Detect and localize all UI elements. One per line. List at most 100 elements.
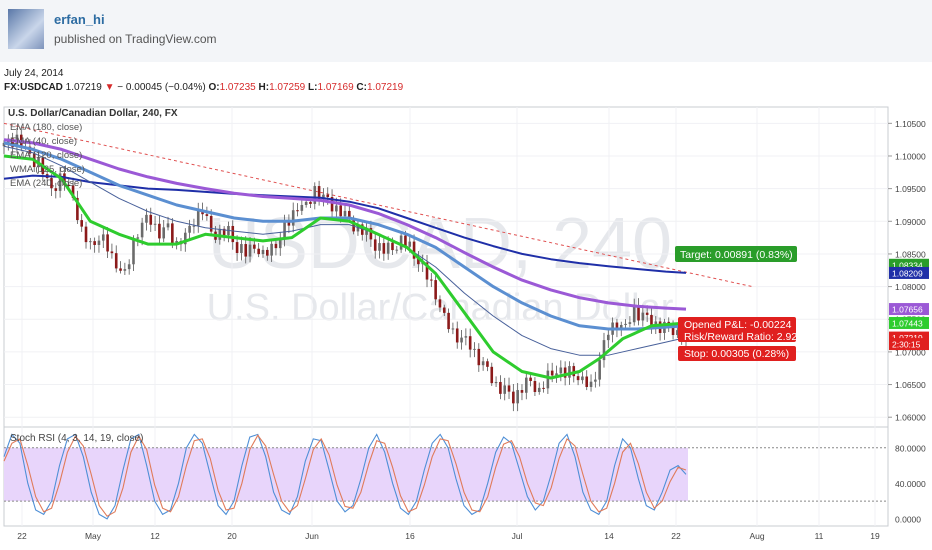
candle-up [248, 244, 252, 257]
candle-up [464, 336, 468, 338]
candle-down [645, 312, 649, 315]
candle-up [378, 243, 381, 251]
y-tick-label: 1.09500 [895, 184, 926, 194]
candle-down [550, 370, 554, 376]
price-tag-label: 1.08209 [892, 268, 923, 278]
candle-up [460, 337, 463, 343]
candle-down [585, 376, 589, 387]
stoch-tick-label: 40.0000 [895, 479, 926, 489]
x-tick-label: 20 [227, 531, 237, 541]
candle-up [218, 228, 222, 240]
candle-down [468, 336, 472, 350]
candle-down [529, 377, 532, 382]
candle-up [166, 223, 170, 228]
candle-up [123, 269, 127, 271]
candle-up [516, 390, 519, 404]
y-tick-label: 1.10000 [895, 151, 926, 161]
candle-up [524, 377, 528, 393]
candle-up [641, 312, 645, 321]
target-label: Target: 0.00891 (0.83%) [680, 249, 793, 261]
candle-down [512, 391, 515, 404]
candle-up [546, 370, 550, 389]
watermark-symbol: USDCAD, 240 [208, 204, 672, 284]
candle-down [447, 312, 450, 330]
candle-down [266, 249, 269, 256]
candle-down [637, 305, 640, 321]
candle-down [158, 223, 161, 239]
candle-down [486, 361, 489, 367]
candle-down [110, 251, 114, 254]
candle-down [274, 243, 278, 249]
price-chart[interactable]: USDCAD, 240 U.S. Dollar/Canadian Dollar … [0, 0, 932, 550]
price-tags: 1.083341.082091.076561.074431.072192:30:… [889, 258, 929, 351]
candle-up [399, 235, 403, 250]
candle-down [430, 279, 433, 281]
candle-up [140, 222, 144, 238]
candle-up [559, 367, 563, 374]
candle-up [127, 264, 131, 270]
stoch-tick-label: 0.0000 [895, 514, 921, 524]
time-axis[interactable]: 22 May 12 20 Jun 16 Jul 14 22 Aug 11 19 [17, 531, 880, 541]
legend-entry: EMA (40, close) [10, 136, 77, 147]
candle-down [373, 239, 377, 251]
x-tick-label: Jul [512, 531, 523, 541]
candle-up [283, 222, 286, 239]
x-tick-label: May [85, 531, 102, 541]
stoch-axis: 80.0000 40.0000 0.0000 [895, 443, 926, 524]
candle-up [568, 366, 571, 378]
ratio-label: Risk/Reward Ratio: 2.92 [684, 331, 797, 343]
candle-down [542, 387, 545, 389]
y-tick-label: 1.08000 [895, 282, 926, 292]
price-tag-label: 2:30:15 [892, 340, 921, 350]
candle-down [231, 225, 235, 243]
candle-down [576, 376, 580, 381]
candle-down [171, 223, 174, 244]
candle-down [326, 194, 330, 198]
candle-down [149, 214, 153, 225]
candle-down [257, 248, 260, 255]
candle-down [93, 241, 96, 245]
x-tick-label: Jun [305, 531, 319, 541]
candle-up [494, 381, 498, 384]
candle-up [188, 225, 191, 233]
candle-up [343, 210, 347, 217]
x-tick-label: Aug [749, 531, 764, 541]
candle-down [490, 366, 494, 384]
chart-title: U.S. Dollar/Canadian Dollar, 240, FX [8, 108, 178, 119]
stoch-band-fill [4, 447, 688, 502]
indicator-legend: EMA (180, close) EMA (40, close) EMA (120,… [10, 122, 85, 189]
candle-up [291, 210, 295, 226]
y-tick-label: 1.06000 [895, 413, 926, 423]
candle-down [382, 243, 386, 254]
candle-down [391, 242, 394, 251]
x-tick-label: 22 [671, 531, 681, 541]
candle-up [632, 305, 636, 323]
candle-down [434, 280, 437, 300]
candle-up [89, 241, 92, 243]
x-tick-label: 11 [815, 531, 824, 541]
price-tag-label: 1.07443 [892, 318, 923, 328]
candle-down [205, 214, 209, 216]
candle-up [408, 241, 412, 247]
candle-up [628, 322, 632, 324]
legend-entry: EMA (120, close) [10, 150, 82, 161]
x-tick-label: 14 [604, 531, 614, 541]
legend-entry: EMA (240, close) [10, 178, 82, 189]
candle-up [481, 361, 485, 366]
x-tick-label: 12 [150, 531, 160, 541]
candle-up [395, 249, 399, 251]
x-tick-label: 22 [17, 531, 27, 541]
candle-up [598, 360, 601, 380]
x-tick-label: 19 [870, 531, 880, 541]
candle-down [309, 201, 312, 204]
y-tick-label: 1.06500 [895, 380, 926, 390]
stoch-tick-label: 80.0000 [895, 443, 926, 453]
candle-up [624, 323, 627, 325]
candle-down [339, 205, 342, 217]
y-tick-label: 1.08500 [895, 249, 926, 259]
candle-down [438, 299, 442, 308]
candle-up [162, 227, 166, 239]
legend-entry: EMA (180, close) [10, 122, 82, 133]
candle-up [270, 243, 273, 256]
candle-down [253, 244, 256, 249]
